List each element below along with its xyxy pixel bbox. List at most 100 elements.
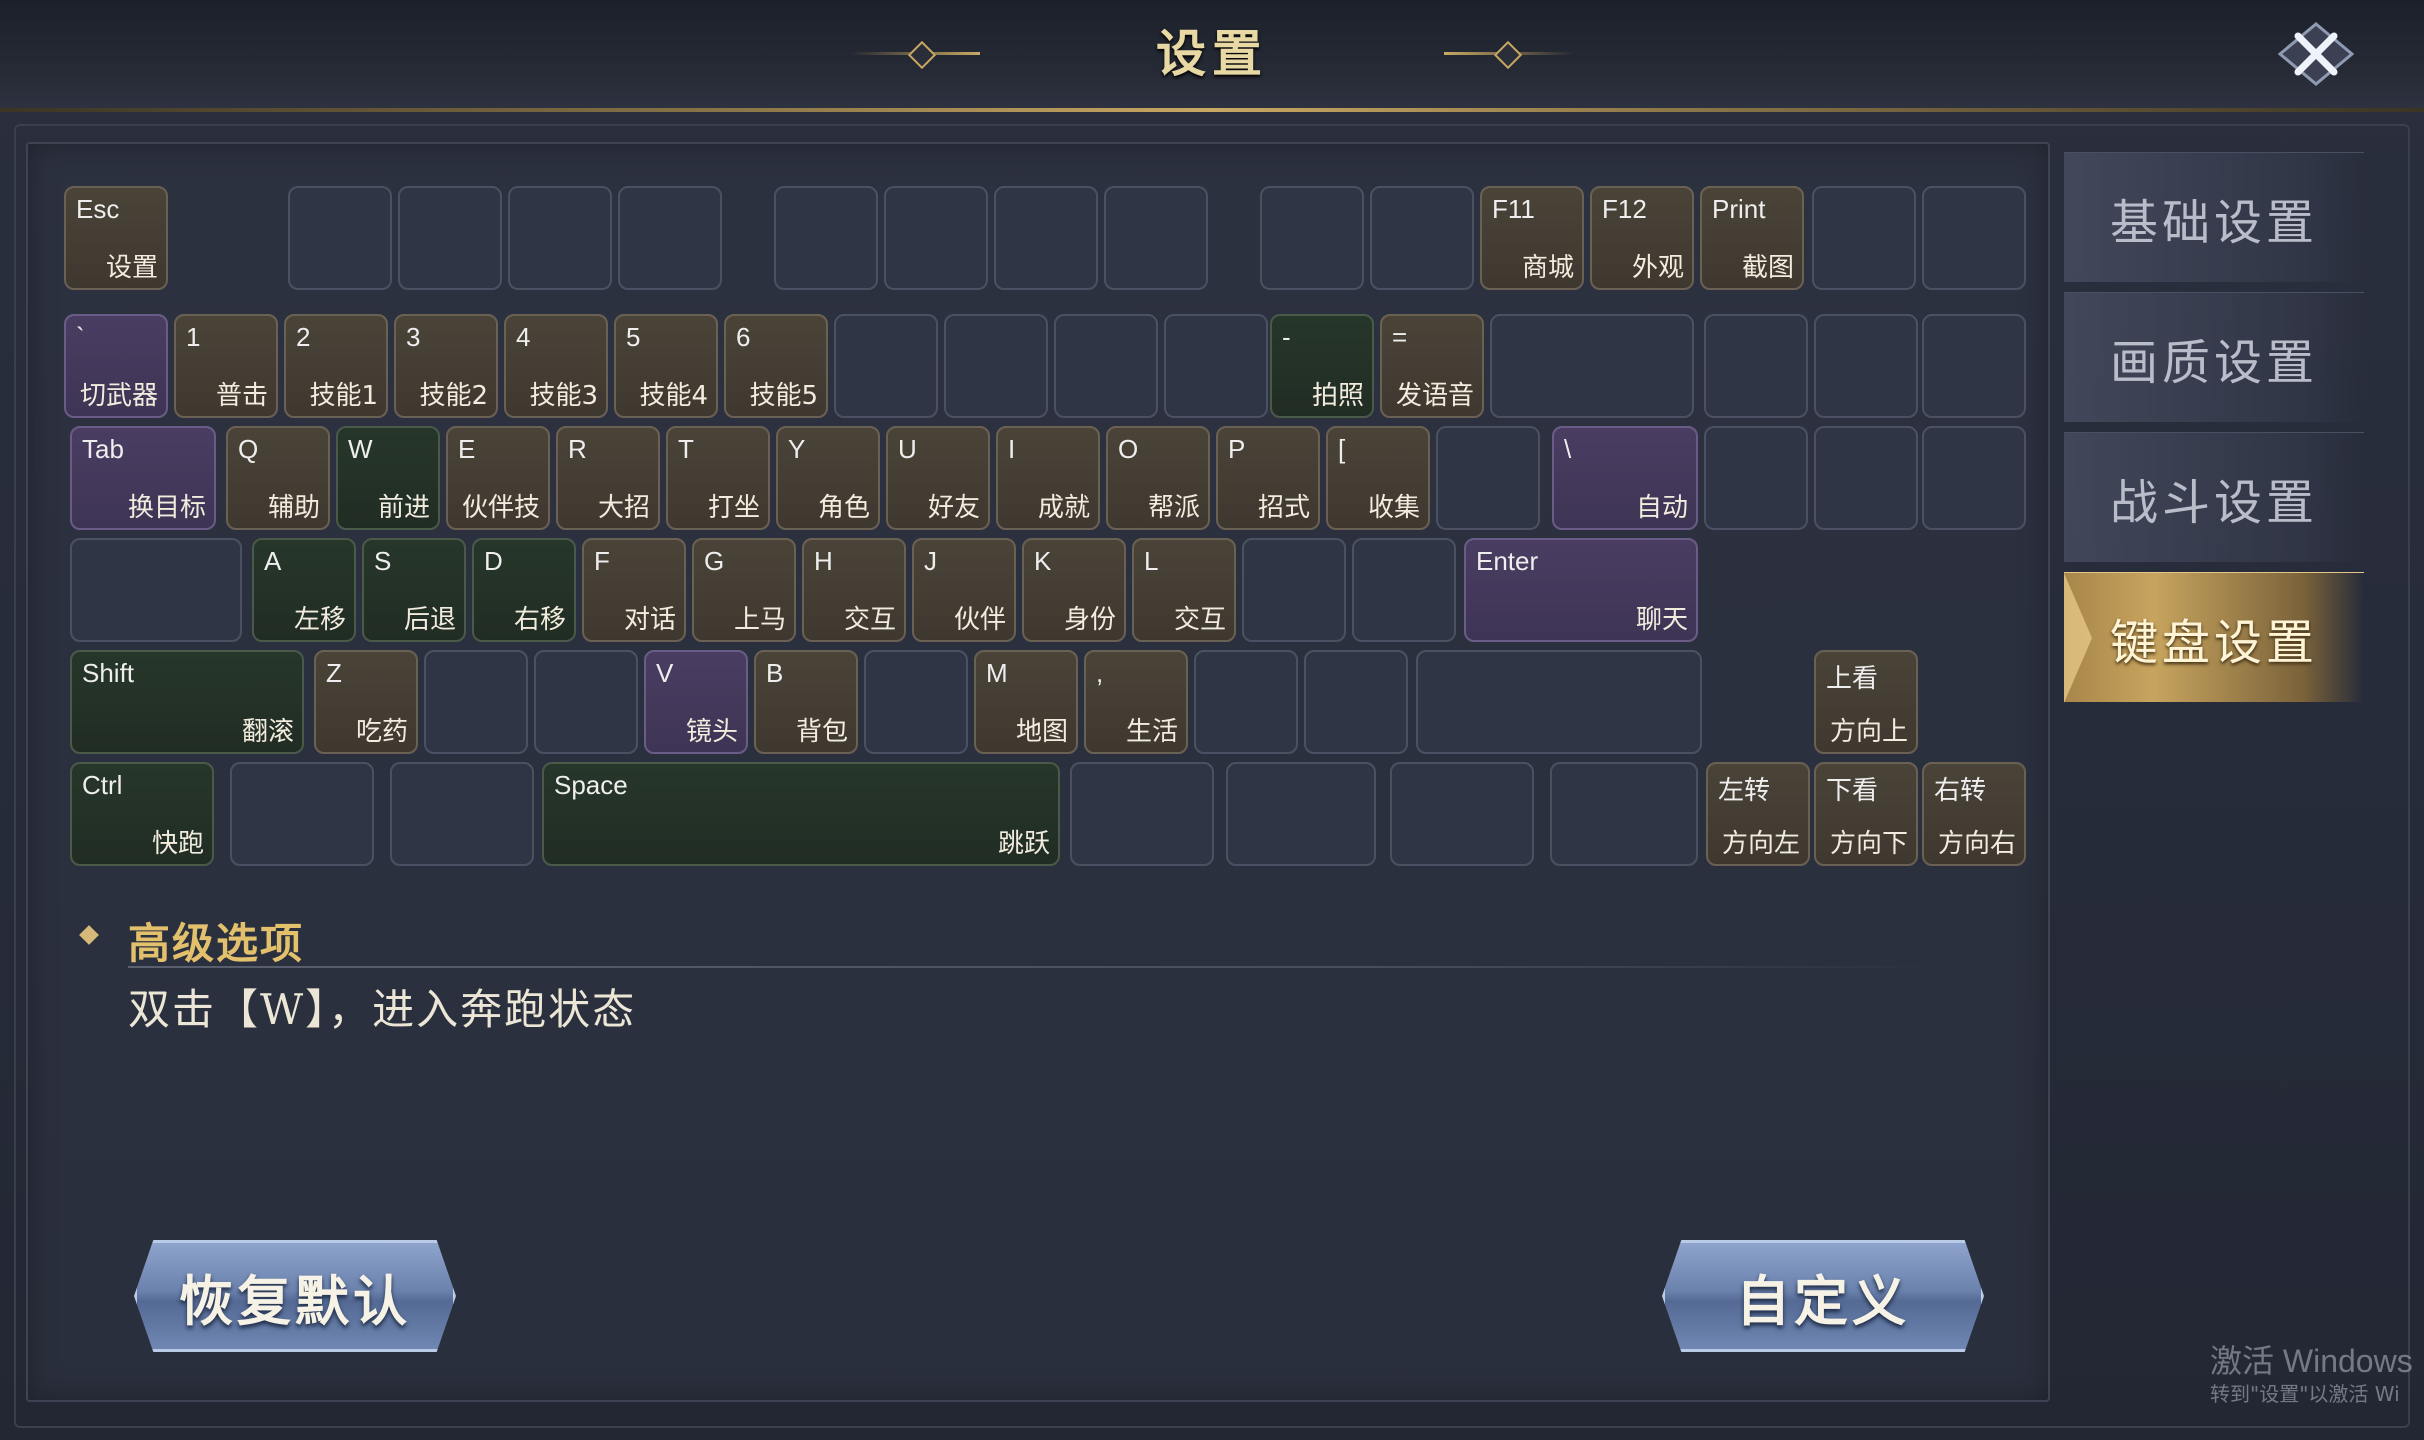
key-empty-5-1[interactable] xyxy=(230,762,374,866)
key-action-label: 镜头 xyxy=(685,717,738,747)
key-empty-3-11[interactable] xyxy=(1352,538,1456,642)
key-5[interactable]: 5 技能4 xyxy=(614,314,718,418)
key-Y[interactable]: Y 角色 xyxy=(776,426,880,530)
key-Q[interactable]: Q 辅助 xyxy=(226,426,330,530)
key-V[interactable]: V 镜头 xyxy=(644,650,748,754)
key-action-label: 拍照 xyxy=(1311,381,1364,411)
key-F[interactable]: F 对话 xyxy=(582,538,686,642)
key-Shift[interactable]: Shift 翻滚 xyxy=(70,650,304,754)
key-empty-4-11[interactable] xyxy=(1416,650,1702,754)
key-empty-5-4[interactable] xyxy=(1070,762,1214,866)
key-B[interactable]: B 背包 xyxy=(754,650,858,754)
key-L[interactable]: L 交互 xyxy=(1132,538,1236,642)
key-action-label: 技能2 xyxy=(419,381,488,411)
key-R[interactable]: R 大招 xyxy=(556,426,660,530)
key-empty-4-2[interactable] xyxy=(424,650,528,754)
key-empty-5-2[interactable] xyxy=(390,762,534,866)
key-label: F11 xyxy=(1492,194,1535,224)
key-empty-2-15[interactable] xyxy=(1814,426,1918,530)
tab-keyboard-settings[interactable]: 键盘设置 xyxy=(2064,572,2364,703)
key-F12[interactable]: F12 外观 xyxy=(1590,186,1694,290)
restore-default-button[interactable]: 恢复默认 xyxy=(134,1240,456,1352)
key-symbol-4-12[interactable]: 上看 方向上 xyxy=(1814,650,1918,754)
key-K[interactable]: K 身份 xyxy=(1022,538,1126,642)
key-empty-1-9[interactable] xyxy=(1054,314,1158,418)
key-W[interactable]: W 前进 xyxy=(336,426,440,530)
key-symbol-2-11[interactable]: [收集 xyxy=(1326,426,1430,530)
key-symbol-1-11[interactable]: - 拍照 xyxy=(1270,314,1374,418)
key-Esc[interactable]: Esc 设置 xyxy=(64,186,168,290)
key-action-label: 方向左 xyxy=(1721,829,1800,859)
key-empty-4-6[interactable] xyxy=(864,650,968,754)
key-Z[interactable]: Z 吃药 xyxy=(314,650,418,754)
tab-combat-settings[interactable]: 战斗设置 xyxy=(2064,432,2364,562)
key-empty-0-5[interactable] xyxy=(774,186,878,290)
key-empty-0-8[interactable] xyxy=(1104,186,1208,290)
key-P[interactable]: P 招式 xyxy=(1216,426,1320,530)
key-A[interactable]: A 左移 xyxy=(252,538,356,642)
key-empty-0-4[interactable] xyxy=(618,186,722,290)
key-empty-1-8[interactable] xyxy=(944,314,1048,418)
key-empty-5-6[interactable] xyxy=(1390,762,1534,866)
key-empty-1-14[interactable] xyxy=(1704,314,1808,418)
key-empty-5-7[interactable] xyxy=(1550,762,1698,866)
key-empty-4-3[interactable] xyxy=(534,650,638,754)
tab-graphics-settings[interactable]: 画质设置 xyxy=(2064,292,2364,422)
key-empty-1-7[interactable] xyxy=(834,314,938,418)
key-empty-0-3[interactable] xyxy=(508,186,612,290)
key-empty-5-5[interactable] xyxy=(1226,762,1376,866)
key-H[interactable]: H 交互 xyxy=(802,538,906,642)
key-J[interactable]: J 伙伴 xyxy=(912,538,1016,642)
key-empty-2-16[interactable] xyxy=(1922,426,2026,530)
customize-button[interactable]: 自定义 xyxy=(1662,1240,1984,1352)
key-6[interactable]: 6 技能5 xyxy=(724,314,828,418)
key-T[interactable]: T 打坐 xyxy=(666,426,770,530)
key-symbol-5-9[interactable]: 下看 方向下 xyxy=(1814,762,1918,866)
key-empty-0-14[interactable] xyxy=(1812,186,1916,290)
key-D[interactable]: D 右移 xyxy=(472,538,576,642)
key-empty-3-10[interactable] xyxy=(1242,538,1346,642)
key-empty-4-10[interactable] xyxy=(1304,650,1408,754)
close-button[interactable] xyxy=(2276,20,2356,88)
key-E[interactable]: E 伙伴技 xyxy=(446,426,550,530)
key-empty-2-14[interactable] xyxy=(1704,426,1808,530)
key-1[interactable]: 1 普击 xyxy=(174,314,278,418)
key-F11[interactable]: F11 商城 xyxy=(1480,186,1584,290)
key-empty-1-10[interactable] xyxy=(1164,314,1268,418)
key-Enter[interactable]: Enter 聊天 xyxy=(1464,538,1698,642)
key-empty-0-6[interactable] xyxy=(884,186,988,290)
key-empty-0-9[interactable] xyxy=(1260,186,1364,290)
key-symbol-4-8[interactable]: , 生活 xyxy=(1084,650,1188,754)
key-empty-1-13[interactable] xyxy=(1490,314,1694,418)
key-Print[interactable]: Print 截图 xyxy=(1700,186,1804,290)
key-I[interactable]: I 成就 xyxy=(996,426,1100,530)
key-2[interactable]: 2 技能1 xyxy=(284,314,388,418)
key-symbol-5-8[interactable]: 左转 方向左 xyxy=(1706,762,1810,866)
key-action-label: 角色 xyxy=(817,493,870,523)
key-O[interactable]: O 帮派 xyxy=(1106,426,1210,530)
key-empty-2-12[interactable] xyxy=(1436,426,1540,530)
key-S[interactable]: S 后退 xyxy=(362,538,466,642)
key-M[interactable]: M 地图 xyxy=(974,650,1078,754)
key-4[interactable]: 4 技能3 xyxy=(504,314,608,418)
key-Space[interactable]: Space 跳跃 xyxy=(542,762,1060,866)
key-empty-1-16[interactable] xyxy=(1922,314,2026,418)
key-symbol-1-0[interactable]: ` 切武器 xyxy=(64,314,168,418)
key-Tab[interactable]: Tab 换目标 xyxy=(70,426,216,530)
tab-basic-settings[interactable]: 基础设置 xyxy=(2064,152,2364,282)
key-empty-0-2[interactable] xyxy=(398,186,502,290)
key-symbol-1-12[interactable]: = 发语音 xyxy=(1380,314,1484,418)
key-empty-1-15[interactable] xyxy=(1814,314,1918,418)
key-symbol-5-10[interactable]: 右转 方向右 xyxy=(1922,762,2026,866)
key-empty-0-10[interactable] xyxy=(1370,186,1474,290)
key-empty-4-9[interactable] xyxy=(1194,650,1298,754)
key-empty-3-0[interactable] xyxy=(70,538,242,642)
key-symbol-2-13[interactable]: \ 自动 xyxy=(1552,426,1698,530)
key-3[interactable]: 3 技能2 xyxy=(394,314,498,418)
key-Ctrl[interactable]: Ctrl 快跑 xyxy=(70,762,214,866)
key-G[interactable]: G 上马 xyxy=(692,538,796,642)
key-U[interactable]: U 好友 xyxy=(886,426,990,530)
key-empty-0-15[interactable] xyxy=(1922,186,2026,290)
key-empty-0-1[interactable] xyxy=(288,186,392,290)
key-empty-0-7[interactable] xyxy=(994,186,1098,290)
